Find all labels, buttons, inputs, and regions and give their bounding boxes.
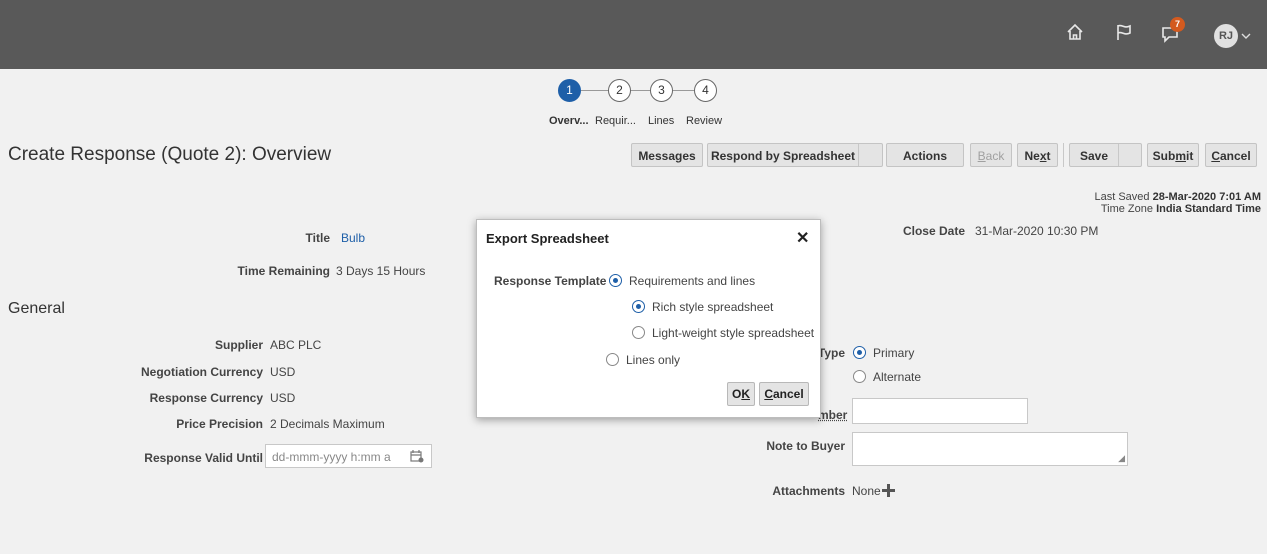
light-weight-style-radio[interactable] [632,326,645,339]
home-icon[interactable] [1065,22,1085,48]
train-step-3[interactable]: 3 [650,79,673,102]
cancel-button[interactable]: Cancel [1205,143,1257,167]
train-step-2[interactable]: 2 [608,79,631,102]
supplier-value: ABC PLC [270,338,322,352]
dialog-cancel-button[interactable]: Cancel [759,382,809,406]
avatar[interactable]: RJ [1214,24,1238,48]
light-weight-style-label: Light-weight style spreadsheet [652,326,815,340]
train-label-1[interactable]: Overv... [549,115,589,127]
toolbar-separator [1063,143,1064,167]
messages-button[interactable]: Messages [631,143,703,167]
attachments-value: None [852,484,881,498]
train-step-4[interactable]: 4 [694,79,717,102]
respond-by-spreadsheet-button[interactable]: Respond by Spreadsheet [707,143,883,167]
save-label: Save [1079,149,1109,163]
date-placeholder: dd-mmm-yyyy h:mm a [272,450,391,464]
next-button[interactable]: Next [1017,143,1058,167]
price-precision-label: Price Precision [176,417,263,431]
last-saved-info: Last Saved 28-Mar-2020 7:01 AM Time Zone… [1094,191,1261,215]
time-remaining-value: 3 Days 15 Hours [336,264,426,278]
notification-badge: 7 [1170,17,1185,32]
lines-only-label: Lines only [626,353,681,367]
submit-button[interactable]: Submit [1147,143,1199,167]
title-value[interactable]: Bulb [341,231,365,245]
chevron-down-icon[interactable] [1241,28,1251,46]
flag-icon[interactable] [1114,22,1134,48]
dialog-title: Export Spreadsheet [486,231,609,246]
response-valid-until-label: Response Valid Until [144,451,263,465]
calendar-icon[interactable] [410,449,424,466]
requirements-and-lines-label: Requirements and lines [629,274,756,288]
export-spreadsheet-dialog: Export Spreadsheet ✕ Response Template R… [476,219,821,418]
lines-only-radio[interactable] [606,353,619,366]
general-heading: General [8,300,65,317]
train-label-4[interactable]: Review [686,115,722,127]
add-attachment-icon[interactable] [881,483,896,503]
type-primary-label: Primary [873,346,915,360]
train-label-3[interactable]: Lines [648,115,674,127]
negotiation-currency-value: USD [270,365,296,379]
split-divider [1118,144,1119,166]
note-to-buyer-textarea[interactable]: ◢ [852,432,1128,466]
page-title: Create Response (Quote 2): Overview [8,144,332,165]
type-primary-radio[interactable] [853,346,866,359]
rich-style-label: Rich style spreadsheet [652,300,774,314]
type-alternate-radio[interactable] [853,370,866,383]
response-template-label: Response Template [494,274,607,288]
respond-by-spreadsheet-label: Respond by Spreadsheet [710,149,856,163]
attachments-label: Attachments [772,484,845,498]
train-step-1[interactable]: 1 [558,79,581,102]
split-divider [858,144,859,166]
response-currency-label: Response Currency [149,391,263,405]
requirements-and-lines-radio[interactable] [609,274,622,287]
supplier-label: Supplier [214,338,263,352]
resize-handle-icon[interactable]: ◢ [1118,453,1125,464]
top-bar: 7 RJ [0,0,1267,69]
response-currency-value: USD [270,391,296,405]
rich-style-radio[interactable] [632,300,645,313]
response-valid-until-input[interactable]: dd-mmm-yyyy h:mm a [265,444,432,468]
negotiation-currency-label: Negotiation Currency [140,365,263,379]
back-button: Back [970,143,1012,167]
close-date-label: Close Date [902,224,965,238]
actions-button[interactable]: Actions [886,143,964,167]
ok-button[interactable]: OK [727,382,755,406]
save-button[interactable]: Save [1069,143,1142,167]
train-connector [581,90,703,91]
close-date-value: 31-Mar-2020 10:30 PM [975,224,1099,238]
type-alternate-label: Alternate [873,370,922,384]
title-label: Title [305,231,330,245]
number-input[interactable] [852,398,1028,424]
train-label-2[interactable]: Requir... [595,115,636,127]
time-remaining-label: Time Remaining [237,264,330,278]
number-label: mber [818,408,848,422]
price-precision-value: 2 Decimals Maximum [270,417,385,431]
bell-icon[interactable]: 7 [1160,17,1185,50]
close-icon[interactable]: ✕ [796,228,809,248]
note-to-buyer-label: Note to Buyer [766,439,845,453]
